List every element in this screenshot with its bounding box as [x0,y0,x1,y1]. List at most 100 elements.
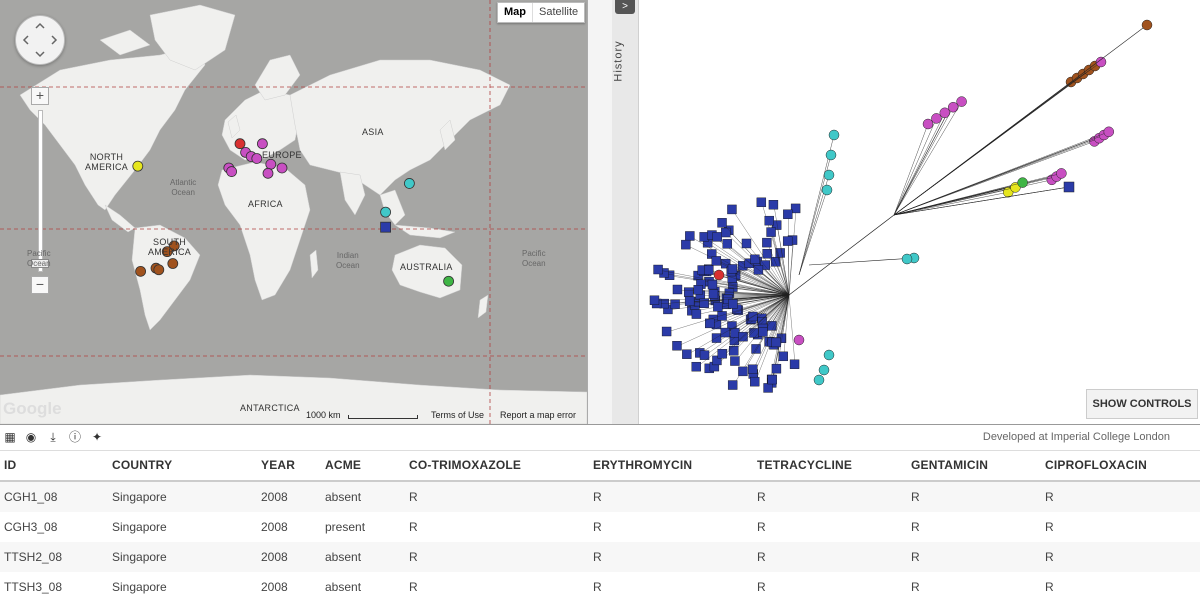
tree-leaf[interactable] [691,309,702,319]
tree-leaf[interactable] [956,96,967,107]
twitter-icon[interactable]: ✦ [90,430,104,444]
tree-leaf[interactable] [730,328,740,338]
phylogenetic-tree-panel[interactable]: SHOW CONTROLS [639,0,1200,424]
map-type-satellite-button[interactable]: Satellite [533,3,584,22]
map-marker[interactable] [135,265,147,277]
history-tab[interactable]: > History [612,0,639,424]
tree-leaf[interactable] [813,374,825,386]
tree-leaf[interactable] [825,149,837,161]
table-row[interactable]: TTSH3_08 Singapore 2008 absent R R R R R [0,572,1200,602]
tree-leaf[interactable] [711,333,722,343]
map-marker[interactable] [380,221,392,233]
column-header-co-trimoxazole[interactable]: CO-TRIMOXAZOLE [405,450,589,482]
tree-leaf[interactable] [1056,168,1067,179]
world-map[interactable] [0,0,587,424]
column-header-acme[interactable]: ACME [321,450,405,482]
tree-leaf[interactable] [1017,177,1028,188]
history-toggle-button[interactable]: > [615,0,635,14]
zoom-out-button[interactable]: − [31,276,49,294]
tree-leaf[interactable] [683,287,694,297]
map-marker[interactable] [234,138,246,150]
tree-leaf[interactable] [670,299,680,309]
table-icon[interactable]: ▦ [3,430,17,444]
tree-leaf[interactable] [818,364,830,376]
tree-leaf[interactable] [699,298,709,308]
table-row[interactable]: TTSH2_08 Singapore 2008 absent R R R R R [0,542,1200,572]
tree-leaf[interactable] [691,361,701,372]
tree-leaf[interactable] [762,237,772,248]
map-marker[interactable] [132,160,144,172]
column-header-gentamicin[interactable]: GENTAMICIN [907,450,1041,482]
column-header-tetracycline[interactable]: TETRACYCLINE [753,450,907,482]
terms-link[interactable]: Terms of Use [431,410,484,420]
map-type-map-button[interactable]: Map [498,3,533,22]
tree-leaf[interactable] [727,204,737,215]
tree-leaf[interactable] [751,344,761,354]
tree-leaf[interactable] [749,328,759,338]
tree-leaf[interactable] [1141,19,1153,31]
table-row[interactable]: CGH3_08 Singapore 2008 present R R R R R [0,512,1200,542]
tree-leaf[interactable] [713,269,725,281]
tree-leaf[interactable] [738,331,748,342]
tree-leaf[interactable] [704,265,714,275]
show-controls-button[interactable]: SHOW CONTROLS [1086,389,1198,419]
map-panel[interactable]: + − Map Satellite NORTH AMERICA SOUTH AM… [0,0,587,424]
tree-leaf[interactable] [782,236,793,246]
tree-leaf[interactable] [717,311,727,321]
table-row[interactable]: CGH1_08 Singapore 2008 absent R R R R R [0,481,1200,512]
tree-leaf[interactable] [729,346,739,356]
map-marker[interactable] [265,158,277,170]
zoom-in-button[interactable]: + [31,87,49,105]
download-icon[interactable]: ⤓ [46,430,60,444]
tree-leaf[interactable] [793,334,805,346]
tree-leaf[interactable] [649,295,660,305]
tree-leaf[interactable] [748,311,758,322]
tree-leaf[interactable] [684,296,695,306]
map-marker[interactable] [403,178,415,189]
tree-leaf[interactable] [717,349,727,359]
tree-leaf[interactable] [823,169,835,181]
info-icon[interactable]: ⓘ [68,430,82,444]
tree-leaf[interactable] [693,285,703,295]
tree-leaf[interactable] [901,253,913,265]
tree-leaf[interactable] [931,113,942,124]
tree-leaf[interactable] [763,383,773,393]
tree-leaf[interactable] [756,197,767,208]
tree-leaf[interactable] [748,364,758,374]
tree-leaf[interactable] [758,327,768,337]
tree-leaf[interactable] [767,374,777,385]
map-marker[interactable] [443,275,455,287]
tree-leaf[interactable] [766,227,776,237]
tree-leaf[interactable] [713,302,723,312]
tree-leaf[interactable] [768,200,779,210]
column-header-year[interactable]: YEAR [257,450,321,482]
tree-leaf[interactable] [753,265,764,275]
tree-leaf[interactable] [681,239,691,250]
zoom-slider-track[interactable] [38,110,43,272]
tree-leaf[interactable] [722,239,732,249]
tree-leaf[interactable] [1063,181,1075,193]
tree-leaf[interactable] [762,248,772,259]
tree-leaf[interactable] [947,101,959,113]
tree-leaf[interactable] [720,327,731,338]
report-map-error-link[interactable]: Report a map error [500,410,576,420]
phylogenetic-tree[interactable] [639,0,1200,424]
map-marker[interactable] [276,162,288,174]
tree-leaf[interactable] [764,215,774,226]
tree-leaf[interactable] [672,341,682,351]
tree-leaf[interactable] [653,264,663,275]
tree-leaf[interactable] [661,326,672,337]
tree-leaf[interactable] [705,318,715,329]
tree-leaf[interactable] [789,359,800,369]
tree-leaf[interactable] [699,350,710,360]
pan-control[interactable] [15,15,65,65]
tree-leaf[interactable] [727,264,738,274]
map-marker[interactable] [226,166,238,177]
column-header-erythromycin[interactable]: ERYTHROMYCIN [589,450,753,482]
tree-leaf[interactable] [721,227,731,238]
tree-leaf[interactable] [727,380,738,390]
tree-leaf[interactable] [707,279,718,290]
tree-leaf[interactable] [778,351,788,362]
tree-leaf[interactable] [708,289,719,299]
eye-icon[interactable]: ◉ [24,430,38,444]
